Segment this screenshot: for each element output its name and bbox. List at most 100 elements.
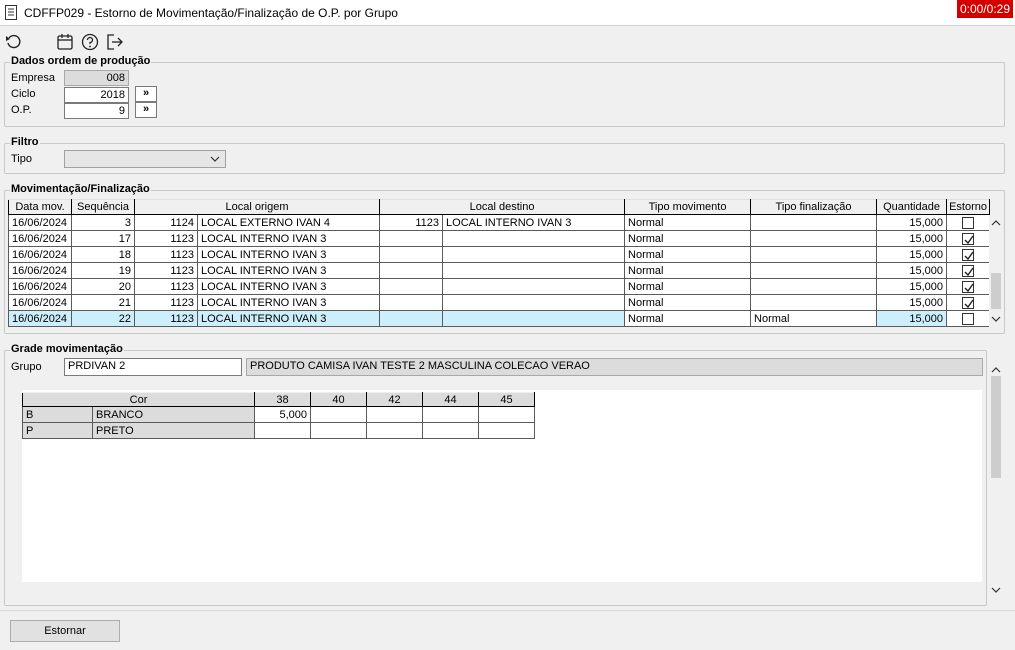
cell-sequencia[interactable]: 20 — [71, 278, 135, 295]
cell-sequencia[interactable]: 17 — [71, 230, 135, 247]
table-row[interactable]: 16/06/2024 3 1124 LOCAL EXTERNO IVAN 4 1123 L… — [8, 214, 991, 231]
cell-origem-code[interactable]: 1123 — [134, 294, 198, 311]
calendar-icon[interactable] — [56, 33, 74, 51]
cell-tipo-movimento[interactable]: Normal — [624, 278, 752, 295]
cell-tipo-movimento[interactable]: Normal — [624, 262, 752, 279]
cell-origem-code[interactable]: 1123 — [134, 230, 198, 247]
table-row[interactable]: 16/06/2024 21 1123 LOCAL INTERNO IVAN 3 Norm… — [8, 294, 991, 311]
cell-data-mov[interactable]: 16/06/2024 — [8, 230, 72, 247]
cell-data-mov[interactable]: 16/06/2024 — [8, 310, 72, 327]
cell-origem-name[interactable]: LOCAL INTERNO IVAN 3 — [196, 262, 381, 279]
cell-origem-code[interactable]: 1123 — [134, 278, 198, 295]
cell-origem-name[interactable]: LOCAL INTERNO IVAN 3 — [196, 294, 381, 311]
cell-sequencia[interactable]: 19 — [71, 262, 135, 279]
grade-quantity-cell[interactable] — [310, 422, 368, 439]
col-header-local-destino[interactable]: Local destino — [379, 199, 626, 215]
cell-destino-name[interactable] — [442, 294, 626, 311]
scroll-up-icon[interactable] — [991, 366, 1001, 374]
cell-destino-code[interactable] — [379, 278, 444, 295]
help-icon[interactable] — [81, 33, 99, 51]
col-header-sequencia[interactable]: Sequência — [71, 199, 135, 215]
cell-data-mov[interactable]: 16/06/2024 — [8, 278, 72, 295]
cell-quantidade[interactable]: 15,000 — [876, 246, 948, 263]
cell-destino-code[interactable]: 1123 — [379, 214, 444, 231]
col-header-tipo-finalizacao[interactable]: Tipo finalização — [750, 199, 878, 215]
cell-tipo-finalizacao[interactable] — [750, 278, 878, 295]
cell-destino-name[interactable] — [442, 230, 626, 247]
grade-scrollbar[interactable] — [989, 360, 1003, 602]
table-row[interactable]: 16/06/2024 18 1123 LOCAL INTERNO IVAN 3 Norm… — [8, 246, 991, 263]
cell-tipo-finalizacao[interactable] — [750, 230, 878, 247]
cell-quantidade[interactable]: 15,000 — [876, 230, 948, 247]
grade-quantity-cell[interactable] — [422, 422, 480, 439]
cell-destino-code[interactable] — [379, 230, 444, 247]
cell-tipo-finalizacao[interactable] — [750, 246, 878, 263]
cell-origem-name[interactable]: LOCAL INTERNO IVAN 3 — [196, 278, 381, 295]
cell-quantidade[interactable]: 15,000 — [876, 214, 948, 231]
cell-sequencia[interactable]: 18 — [71, 246, 135, 263]
ciclo-lookup-button[interactable]: » — [135, 86, 157, 102]
grade-quantity-cell[interactable] — [254, 422, 312, 439]
tipo-select[interactable] — [64, 150, 226, 168]
table-row[interactable]: 16/06/2024 17 1123 LOCAL INTERNO IVAN 3 Norm… — [8, 230, 991, 247]
col-header-estorno[interactable]: Estorno — [946, 199, 991, 215]
movimentacao-scrollbar[interactable] — [989, 215, 1003, 327]
table-row[interactable]: 16/06/2024 22 1123 LOCAL INTERNO IVAN 3 Norm… — [8, 310, 991, 327]
cell-tipo-movimento[interactable]: Normal — [624, 230, 752, 247]
scroll-down-icon[interactable] — [991, 586, 1001, 594]
cell-destino-name[interactable] — [442, 278, 626, 295]
cell-destino-name[interactable] — [442, 310, 626, 327]
cell-origem-code[interactable]: 1123 — [134, 310, 198, 327]
exit-icon[interactable] — [106, 33, 124, 51]
estornar-button[interactable]: Estornar — [10, 620, 120, 642]
grade-quantity-cell[interactable] — [422, 406, 480, 423]
col-header-quantidade[interactable]: Quantidade — [876, 199, 948, 215]
cell-destino-code[interactable] — [379, 310, 444, 327]
scrollbar-thumb[interactable] — [991, 273, 1001, 309]
grade-quantity-cell[interactable] — [478, 406, 536, 423]
cell-tipo-finalizacao[interactable] — [750, 262, 878, 279]
estorno-checkbox[interactable] — [962, 312, 975, 325]
op-lookup-button[interactable]: » — [135, 102, 157, 118]
grade-quantity-cell[interactable] — [366, 422, 424, 439]
cell-origem-code[interactable]: 1123 — [134, 262, 198, 279]
table-row[interactable]: 16/06/2024 20 1123 LOCAL INTERNO IVAN 3 Norm… — [8, 278, 991, 295]
cell-data-mov[interactable]: 16/06/2024 — [8, 214, 72, 231]
cell-data-mov[interactable]: 16/06/2024 — [8, 294, 72, 311]
undo-icon[interactable] — [5, 33, 23, 51]
cell-data-mov[interactable]: 16/06/2024 — [8, 246, 72, 263]
cell-quantidade[interactable]: 15,000 — [876, 294, 948, 311]
cell-quantidade[interactable]: 15,000 — [876, 310, 948, 327]
estorno-checkbox[interactable] — [962, 216, 975, 229]
grade-quantity-cell[interactable] — [310, 406, 368, 423]
cell-destino-code[interactable] — [379, 262, 444, 279]
cell-tipo-movimento[interactable]: Normal — [624, 246, 752, 263]
op-field[interactable]: 9 — [64, 103, 129, 119]
cell-tipo-movimento[interactable]: Normal — [624, 294, 752, 311]
estorno-checkbox[interactable] — [962, 264, 975, 277]
cell-sequencia[interactable]: 22 — [71, 310, 135, 327]
cell-sequencia[interactable]: 3 — [71, 214, 135, 231]
col-header-local-origem[interactable]: Local origem — [133, 199, 381, 215]
estorno-checkbox[interactable] — [962, 232, 975, 245]
estorno-checkbox[interactable] — [962, 280, 975, 293]
cell-origem-name[interactable]: LOCAL INTERNO IVAN 3 — [196, 310, 381, 327]
cell-data-mov[interactable]: 16/06/2024 — [8, 262, 72, 279]
grade-quantity-cell[interactable] — [478, 422, 536, 439]
cell-origem-name[interactable]: LOCAL INTERNO IVAN 3 — [196, 246, 381, 263]
cell-destino-name[interactable]: LOCAL INTERNO IVAN 3 — [442, 214, 626, 231]
cell-tipo-movimento[interactable]: Normal — [624, 310, 752, 327]
cell-tipo-movimento[interactable]: Normal — [624, 214, 752, 231]
cell-tipo-finalizacao[interactable] — [750, 294, 878, 311]
scrollbar-thumb[interactable] — [991, 376, 1001, 478]
cell-destino-name[interactable] — [442, 246, 626, 263]
cell-quantidade[interactable]: 15,000 — [876, 278, 948, 295]
cell-origem-name[interactable]: LOCAL INTERNO IVAN 3 — [196, 230, 381, 247]
cell-tipo-finalizacao[interactable]: Normal — [750, 310, 878, 327]
cell-quantidade[interactable]: 15,000 — [876, 262, 948, 279]
estorno-checkbox[interactable] — [962, 296, 975, 309]
cell-tipo-finalizacao[interactable] — [750, 214, 878, 231]
cell-destino-code[interactable] — [379, 246, 444, 263]
cell-origem-code[interactable]: 1124 — [134, 214, 198, 231]
col-header-data-mov[interactable]: Data mov. — [8, 199, 72, 215]
